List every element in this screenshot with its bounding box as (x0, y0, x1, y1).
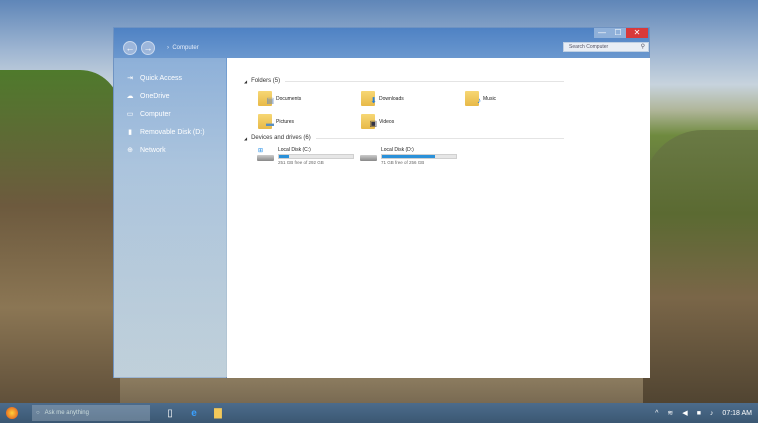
drive-usage-fill (382, 155, 435, 158)
cloud-icon: ☁ (126, 92, 134, 100)
windows-logo-icon (6, 407, 18, 419)
sidebar-item-computer[interactable]: ▭ Computer (114, 105, 226, 123)
music-folder-icon: ♪ (465, 91, 479, 106)
drive-usage-bar (381, 154, 457, 159)
sidebar-item-quick-access[interactable]: ⇥ Quick Access (114, 69, 226, 87)
drive-c[interactable]: ⊞ Local Disk (C:) 251 GB free of 292 GB (257, 147, 354, 165)
drive-free-space: 251 GB free of 292 GB (278, 160, 354, 165)
sidebar-item-label: Quick Access (140, 75, 182, 82)
back-button[interactable]: ← (123, 41, 137, 55)
quick-access-icon: ⇥ (126, 74, 134, 82)
chevron-up-icon[interactable]: ^ (655, 410, 658, 417)
sidebar-item-label: Computer (140, 111, 171, 118)
minimize-button[interactable]: — (594, 28, 610, 38)
notification-bell-icon[interactable]: ♪ (710, 410, 714, 417)
sidebar-item-network[interactable]: ⊕ Network (114, 141, 226, 159)
folder-downloads[interactable]: ⬇ Downloads (361, 91, 404, 106)
sidebar: ⇥ Quick Access ☁ OneDrive ▭ Computer ▮ Remov… (114, 58, 226, 378)
cortana-search-box[interactable]: ○ Ask me anything (32, 405, 150, 421)
downloads-folder-icon: ⬇ (361, 91, 375, 106)
folder-label: Documents (276, 96, 301, 102)
task-view-icon[interactable]: ▯ (158, 408, 182, 419)
taskbar: ○ Ask me anything ▯ e ▇ ^ ≋ ◀ ■ ♪ 07:18 A… (0, 403, 758, 423)
breadcrumb-computer[interactable]: Computer (172, 45, 198, 51)
sidebar-item-onedrive[interactable]: ☁ OneDrive (114, 87, 226, 105)
folder-label: Downloads (379, 96, 404, 102)
folder-music[interactable]: ♪ Music (465, 91, 496, 106)
drive-label: Local Disk (D:) (381, 147, 457, 153)
volume-icon[interactable]: ◀ (682, 409, 687, 417)
hard-drive-icon (360, 147, 377, 161)
close-button[interactable]: ✕ (626, 28, 648, 38)
folder-label: Videos (379, 119, 394, 125)
wallpaper-hill-right (643, 130, 758, 410)
clock[interactable]: 07:18 AM (722, 410, 752, 417)
cortana-icon: ○ (36, 410, 40, 416)
sidebar-item-label: Removable Disk (D:) (140, 129, 205, 136)
pictures-folder-icon: ▬ (258, 114, 272, 129)
drive-usage-fill (279, 155, 289, 158)
drive-free-space: 71 GB free of 256 GB (381, 160, 457, 165)
start-button[interactable] (0, 403, 24, 423)
folder-label: Music (483, 96, 496, 102)
sidebar-item-removable-disk[interactable]: ▮ Removable Disk (D:) (114, 123, 226, 141)
maximize-button[interactable]: ☐ (610, 28, 626, 38)
folder-documents[interactable]: ▤ Documents (258, 91, 301, 106)
drives-header[interactable]: ◢ Devices and drives (6) (244, 135, 564, 141)
folder-pictures[interactable]: ▬ Pictures (258, 114, 294, 129)
content-pane: ◢ Folders (5) ▤ Documents ⬇ Downloads ♪ Musi… (227, 58, 650, 378)
usb-drive-icon: ▮ (126, 128, 134, 136)
drive-label: Local Disk (C:) (278, 147, 354, 153)
wallpaper-hill-left (0, 70, 120, 410)
forward-button[interactable]: → (141, 41, 155, 55)
documents-folder-icon: ▤ (258, 91, 272, 106)
drive-d[interactable]: Local Disk (D:) 71 GB free of 256 GB (360, 147, 457, 165)
sidebar-item-label: Network (140, 147, 166, 154)
videos-folder-icon: ▣ (361, 114, 375, 129)
network-icon: ⊕ (126, 146, 134, 154)
collapse-icon: ◢ (244, 136, 247, 141)
search-placeholder: Search Computer (569, 44, 608, 50)
search-icon: ⚲ (641, 43, 645, 52)
collapse-icon: ◢ (244, 79, 247, 84)
drive-usage-bar (278, 154, 354, 159)
sidebar-item-label: OneDrive (140, 93, 170, 100)
folders-header[interactable]: ◢ Folders (5) (244, 78, 564, 84)
search-input[interactable]: Search Computer ⚲ (563, 42, 649, 52)
search-placeholder: Ask me anything (45, 410, 89, 416)
wifi-icon[interactable]: ≋ (667, 409, 673, 417)
file-explorer-icon[interactable]: ▇ (206, 408, 230, 419)
file-explorer-window: — ☐ ✕ ← → › Computer Search Computer ⚲ ⇥ Q… (113, 27, 650, 378)
drives-header-label: Devices and drives (6) (251, 135, 311, 141)
computer-icon: ▭ (126, 110, 134, 118)
breadcrumb[interactable]: › Computer (167, 45, 199, 51)
edge-browser-icon[interactable]: e (182, 408, 206, 419)
folder-label: Pictures (276, 119, 294, 125)
folder-videos[interactable]: ▣ Videos (361, 114, 394, 129)
windows-drive-icon: ⊞ (257, 147, 274, 161)
folders-header-label: Folders (5) (251, 78, 280, 84)
action-center-icon[interactable]: ■ (697, 410, 701, 417)
